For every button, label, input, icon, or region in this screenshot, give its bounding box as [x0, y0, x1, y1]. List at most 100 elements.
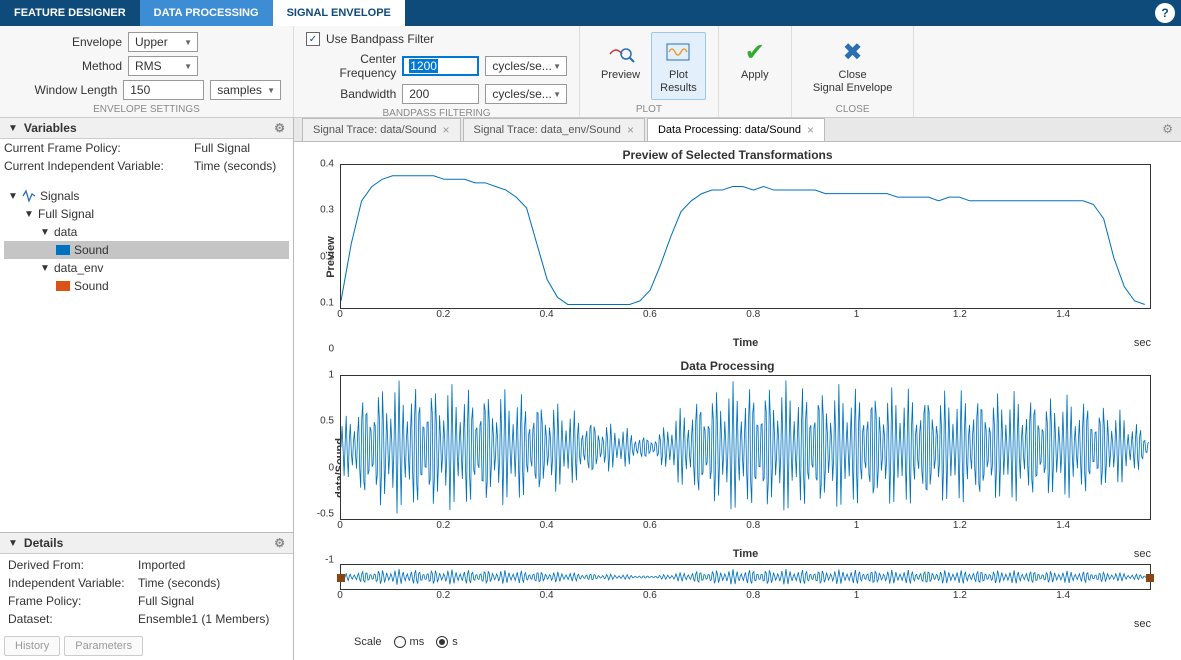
apply-button-label: Apply: [741, 69, 769, 82]
gear-icon[interactable]: ⚙: [1162, 122, 1173, 136]
indep-var-label: Current Independent Variable:: [4, 159, 194, 173]
variables-title: Variables: [24, 121, 77, 135]
tab-feature-designer[interactable]: FEATURE DESIGNER: [0, 0, 140, 26]
envelope-dropdown[interactable]: Upper: [128, 32, 198, 52]
dataset-label: Dataset:: [8, 612, 138, 626]
file-tab-2[interactable]: Signal Trace: data_env/Sound×: [463, 118, 645, 141]
help-button[interactable]: ?: [1155, 3, 1175, 23]
top-tab-bar: FEATURE DESIGNER DATA PROCESSING SIGNAL …: [0, 0, 1181, 26]
close-tab-icon[interactable]: ×: [443, 123, 450, 137]
tree-data[interactable]: ▼data: [4, 223, 289, 241]
preview-plot[interactable]: [340, 164, 1151, 309]
overview-plot[interactable]: [340, 564, 1151, 590]
tab-signal-envelope[interactable]: SIGNAL ENVELOPE: [273, 0, 405, 26]
tree-full-signal[interactable]: ▼Full Signal: [4, 205, 289, 223]
envelope-label: Envelope: [12, 35, 122, 49]
tab-data-processing[interactable]: DATA PROCESSING: [140, 0, 273, 26]
plot-results-button-label: Plot Results: [660, 69, 697, 95]
detail-indep-label: Independent Variable:: [8, 576, 138, 590]
detail-frame-label: Frame Policy:: [8, 594, 138, 608]
file-tab-1[interactable]: Signal Trace: data/Sound×: [302, 118, 461, 141]
detail-frame-value: Full Signal: [138, 594, 194, 608]
dp-chart-title: Data Processing: [304, 359, 1151, 373]
history-button[interactable]: History: [4, 636, 60, 656]
center-freq-unit-dropdown[interactable]: cycles/se...: [485, 56, 567, 76]
overview-axes: 00.20.40.60.811.21.4 sec: [340, 564, 1151, 630]
parameters-button[interactable]: Parameters: [64, 636, 143, 656]
gear-icon[interactable]: ⚙: [274, 536, 285, 550]
color-swatch-orange: [56, 281, 70, 291]
chevron-down-icon: ▼: [8, 538, 18, 549]
file-tabs: Signal Trace: data/Sound× Signal Trace: …: [294, 118, 1181, 142]
preview-button-label: Preview: [601, 69, 640, 82]
time-label: Time: [733, 548, 758, 560]
time-label: Time: [733, 337, 758, 349]
frame-policy-label: Current Frame Policy:: [4, 141, 194, 155]
window-length-label: Window Length: [12, 83, 117, 97]
left-panel: ▼ Variables ⚙ Current Frame Policy:Full …: [0, 118, 294, 660]
derived-label: Derived From:: [8, 558, 138, 572]
range-handle-left[interactable]: [337, 574, 345, 582]
radio-ms[interactable]: [394, 636, 406, 648]
radio-s[interactable]: [436, 636, 448, 648]
chevron-down-icon: ▼: [8, 123, 18, 134]
window-length-unit-dropdown[interactable]: samples: [210, 80, 281, 100]
use-bandpass-checkbox[interactable]: ✓: [306, 32, 320, 46]
derived-value: Imported: [138, 558, 185, 572]
scale-label: Scale: [354, 636, 382, 648]
close-group-label: CLOSE: [804, 104, 902, 117]
center-freq-label: Center Frequency: [306, 52, 396, 80]
close-icon: ✖: [838, 37, 868, 67]
tree-dataenv-sound[interactable]: Sound: [4, 277, 289, 295]
plot-results-icon: [663, 37, 693, 67]
frame-policy-value: Full Signal: [194, 141, 250, 155]
close-tab-icon[interactable]: ×: [627, 123, 634, 137]
tree-dataenv[interactable]: ▼data_env: [4, 259, 289, 277]
method-dropdown[interactable]: RMS: [128, 56, 198, 76]
method-label: Method: [12, 59, 122, 73]
main-area: ▼ Variables ⚙ Current Frame Policy:Full …: [0, 118, 1181, 660]
variables-header[interactable]: ▼ Variables ⚙: [0, 118, 293, 139]
close-tab-icon[interactable]: ×: [807, 123, 814, 137]
preview-axes: Preview 00.10.20.30.4 00.20.40.60.811.21…: [340, 164, 1151, 349]
details-header[interactable]: ▼ Details ⚙: [0, 533, 293, 554]
bandwidth-label: Bandwidth: [306, 87, 396, 101]
checkmark-icon: ✔: [740, 37, 770, 67]
center-freq-input[interactable]: 1200: [402, 56, 479, 76]
file-tab-3[interactable]: Data Processing: data/Sound×: [647, 118, 825, 141]
apply-button[interactable]: ✔ Apply: [731, 32, 779, 87]
preview-chart-title: Preview of Selected Transformations: [304, 148, 1151, 162]
range-handle-right[interactable]: [1146, 574, 1154, 582]
dp-axes: data/Sound -1-0.500.51 00.20.40.60.811.2…: [340, 375, 1151, 560]
right-panel: Signal Trace: data/Sound× Signal Trace: …: [294, 118, 1181, 660]
dataset-value: Ensemble1 (1 Members): [138, 612, 269, 626]
color-swatch-blue: [56, 245, 70, 255]
plot-results-button[interactable]: Plot Results: [651, 32, 706, 100]
tree-data-sound[interactable]: Sound: [4, 241, 289, 259]
detail-indep-value: Time (seconds): [138, 576, 220, 590]
sec-unit: sec: [1134, 337, 1151, 349]
plot-group-label: PLOT: [592, 104, 706, 117]
chart-area: Preview of Selected Transformations Prev…: [294, 142, 1181, 660]
use-bandpass-label: Use Bandpass Filter: [326, 32, 434, 46]
preview-button[interactable]: Preview: [592, 32, 649, 87]
scale-row: Scale ms s: [304, 630, 1151, 648]
bandwidth-unit-dropdown[interactable]: cycles/se...: [485, 84, 567, 104]
preview-icon: [606, 37, 636, 67]
sec-unit: sec: [1134, 548, 1151, 560]
close-button-label: Close Signal Envelope: [813, 69, 893, 95]
variable-tree: ▼Signals ▼Full Signal ▼data Sound ▼data_…: [0, 183, 293, 532]
close-button[interactable]: ✖ Close Signal Envelope: [804, 32, 902, 100]
window-length-input[interactable]: 150: [123, 80, 204, 100]
toolbar: Envelope Upper Method RMS Window Length …: [0, 26, 1181, 118]
sec-unit: sec: [1134, 618, 1151, 630]
details-title: Details: [24, 536, 63, 550]
tree-signals[interactable]: ▼Signals: [4, 187, 289, 205]
indep-var-value: Time (seconds): [194, 159, 276, 173]
envelope-group-label: ENVELOPE SETTINGS: [12, 104, 281, 117]
gear-icon[interactable]: ⚙: [274, 121, 285, 135]
signal-icon: [22, 189, 36, 203]
bandwidth-input[interactable]: 200: [402, 84, 479, 104]
details-panel: ▼ Details ⚙ Derived From:Imported Indepe…: [0, 532, 293, 660]
dp-plot[interactable]: [340, 375, 1151, 520]
